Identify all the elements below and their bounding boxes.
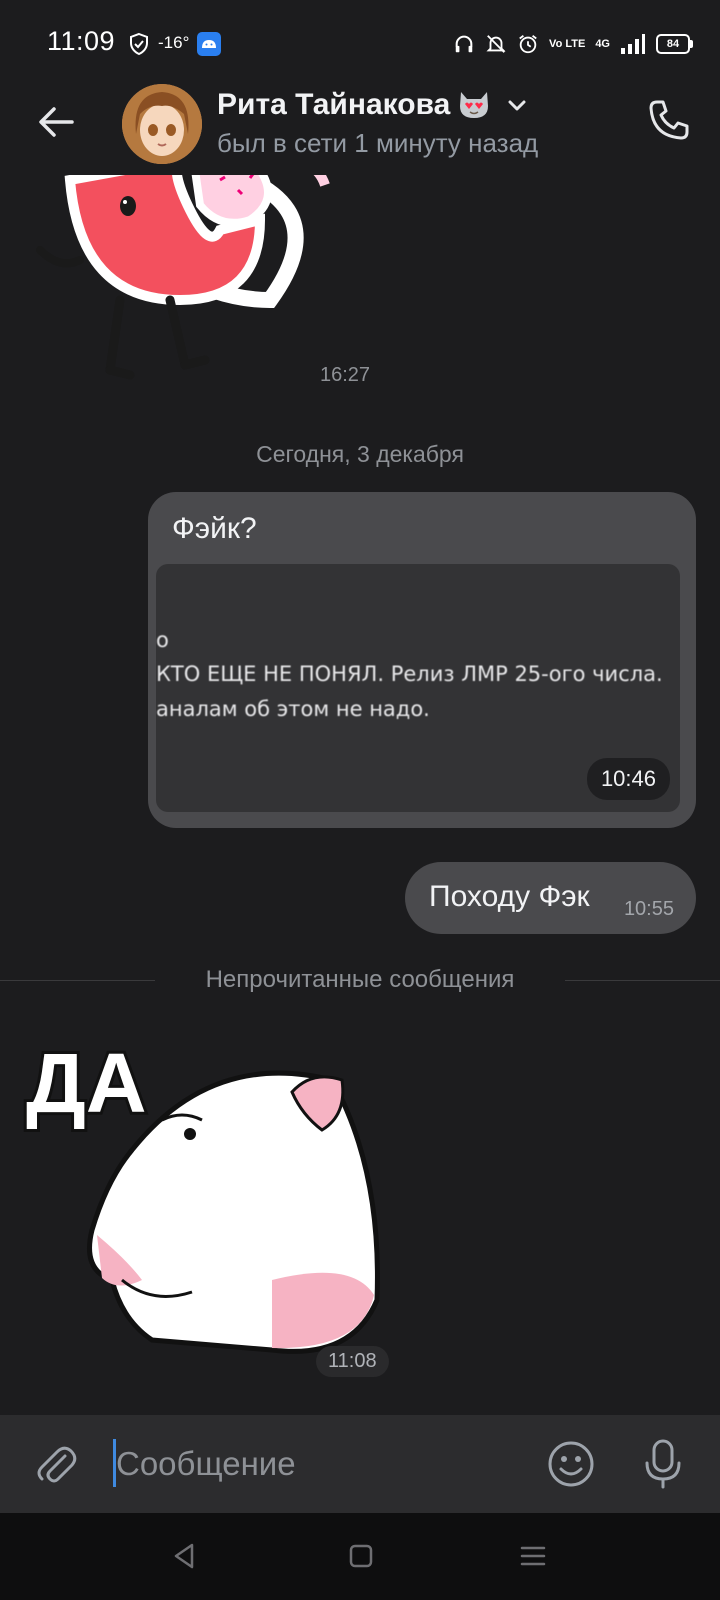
contact-status: был в сети 1 минуту назад — [217, 128, 539, 158]
nav-home-icon[interactable] — [346, 1541, 376, 1571]
date-divider: Сегодня, 3 декабря — [256, 441, 464, 467]
volte-indicator: Vo LTE — [549, 38, 586, 50]
unread-label: Непрочитанные сообщения — [205, 966, 515, 993]
message-text: Фэйк? — [172, 512, 257, 545]
unread-divider: Непрочитанные сообщения — [0, 966, 720, 996]
message-composer: Сообщение — [0, 1415, 720, 1513]
nav-menu-icon[interactable] — [518, 1541, 548, 1571]
paperclip-icon[interactable] — [33, 1442, 79, 1488]
shield-check-icon — [130, 32, 148, 56]
avatar[interactable] — [122, 84, 202, 164]
sticker-time: 16:27 — [320, 364, 371, 386]
status-time: 11:09 — [47, 26, 116, 56]
bell-off-icon — [486, 35, 506, 53]
signal-icon — [621, 34, 645, 54]
outgoing-message[interactable]: Походу Фэк 10:55 — [405, 862, 696, 934]
sticker-text: ДА — [26, 1036, 147, 1130]
status-temperature: -16° — [158, 33, 190, 52]
cat-heart-eyes-emoji — [460, 92, 488, 118]
phone-icon[interactable] — [645, 96, 693, 144]
status-icons: Vo LTE 4G 84 — [453, 30, 693, 58]
app-notification-icon — [197, 32, 221, 56]
sticker-pink-character[interactable] — [20, 150, 360, 390]
system-nav-bar — [0, 1513, 720, 1600]
smile-icon[interactable] — [546, 1439, 596, 1489]
chat-header: Рита Тайнакова был в сети 1 минуту назад — [0, 80, 720, 175]
headphones-icon — [455, 35, 473, 53]
microphone-icon[interactable] — [640, 1437, 686, 1491]
nav-back-icon[interactable] — [170, 1541, 200, 1571]
photo-text-line: КТО ЕЩЕ НЕ ПОНЯЛ. Релиз ЛМР 25-ого числа… — [156, 662, 663, 686]
sticker-time: 11:08 — [316, 1346, 389, 1377]
outgoing-message[interactable]: Фэйк? о КТО ЕЩЕ НЕ ПОНЯЛ. Релиз ЛМР 25-о… — [148, 492, 696, 828]
photo-text-line: о — [156, 628, 169, 652]
network-type: 4G — [595, 38, 610, 50]
message-time: 10:46 — [586, 758, 670, 800]
status-bar: 11:09 -16° Vo LTE 4G 84 — [0, 0, 720, 80]
chevron-down-icon[interactable] — [506, 98, 528, 114]
message-time: 10:55 — [623, 898, 674, 920]
back-arrow-icon[interactable] — [34, 100, 78, 144]
message-input[interactable]: Сообщение — [116, 1445, 296, 1483]
sticker-white-hamster[interactable]: ДА — [22, 1030, 392, 1382]
message-text: Походу Фэк — [429, 880, 590, 913]
attached-photo[interactable]: о КТО ЕЩЕ НЕ ПОНЯЛ. Релиз ЛМР 25-ого чис… — [156, 564, 680, 812]
contact-name[interactable]: Рита Тайнакова — [217, 88, 450, 122]
photo-text-line: аналам об этом не надо. — [156, 697, 430, 721]
battery-level: 84 — [656, 34, 693, 54]
alarm-icon — [519, 35, 537, 54]
